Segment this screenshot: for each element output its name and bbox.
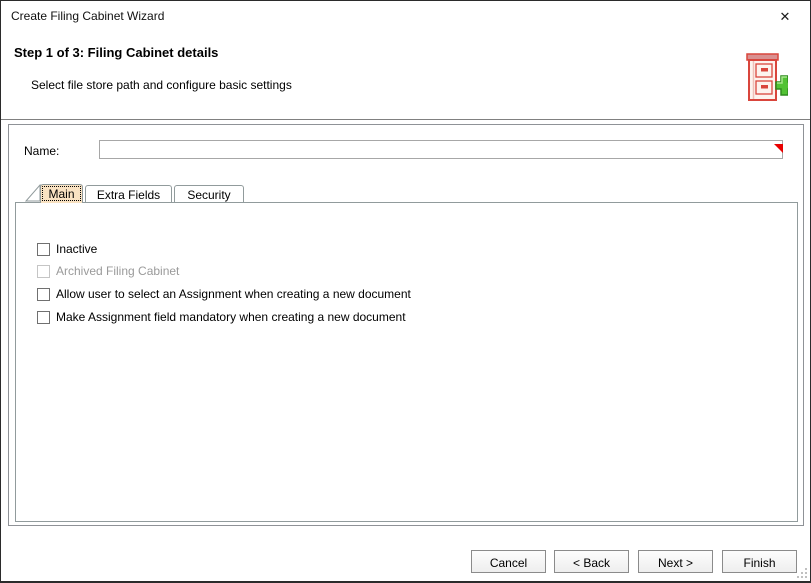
title-bar: Create Filing Cabinet Wizard ✕ <box>1 1 810 31</box>
tab-extra-fields[interactable]: Extra Fields <box>85 185 172 202</box>
filing-cabinet-add-icon <box>740 51 788 106</box>
name-label: Name: <box>24 144 59 158</box>
mandatory-assignment-checkbox[interactable] <box>37 311 50 324</box>
checkbox-row-archived: Archived Filing Cabinet <box>37 264 179 278</box>
wizard-step-subtitle: Select file store path and configure bas… <box>31 78 292 92</box>
wizard-dialog: Create Filing Cabinet Wizard ✕ Step 1 of… <box>0 0 811 583</box>
checkbox-label: Inactive <box>56 242 97 256</box>
inactive-checkbox[interactable] <box>37 243 50 256</box>
checkbox-row-inactive: Inactive <box>37 242 97 256</box>
checkbox-row-mandatory-assignment: Make Assignment field mandatory when cre… <box>37 310 406 324</box>
resize-grip[interactable] <box>797 568 808 579</box>
tab-strip: Main Extra Fields Security <box>15 184 799 202</box>
tab-control: Main Extra Fields Security Inactive Arch… <box>15 184 799 522</box>
required-field-marker-icon <box>774 144 783 153</box>
close-icon[interactable]: ✕ <box>775 7 795 27</box>
archived-checkbox <box>37 265 50 278</box>
header-separator <box>1 119 810 121</box>
main-tab-page: Inactive Archived Filing Cabinet Allow u… <box>15 202 798 522</box>
details-panel: Name: Main Extra Fields Security Inactiv… <box>8 124 804 526</box>
wizard-step-title: Step 1 of 3: Filing Cabinet details <box>14 45 218 60</box>
tab-security[interactable]: Security <box>174 185 244 202</box>
name-input[interactable] <box>99 140 783 159</box>
next-button[interactable]: Next > <box>638 550 713 573</box>
tab-main[interactable]: Main <box>40 184 83 203</box>
checkbox-label: Make Assignment field mandatory when cre… <box>56 310 406 324</box>
back-button[interactable]: < Back <box>554 550 629 573</box>
cancel-button[interactable]: Cancel <box>471 550 546 573</box>
allow-assignment-checkbox[interactable] <box>37 288 50 301</box>
window-title: Create Filing Cabinet Wizard <box>11 9 164 23</box>
checkbox-label: Allow user to select an Assignment when … <box>56 287 411 301</box>
checkbox-row-allow-assignment: Allow user to select an Assignment when … <box>37 287 411 301</box>
checkbox-label: Archived Filing Cabinet <box>56 264 179 278</box>
finish-button[interactable]: Finish <box>722 550 797 573</box>
